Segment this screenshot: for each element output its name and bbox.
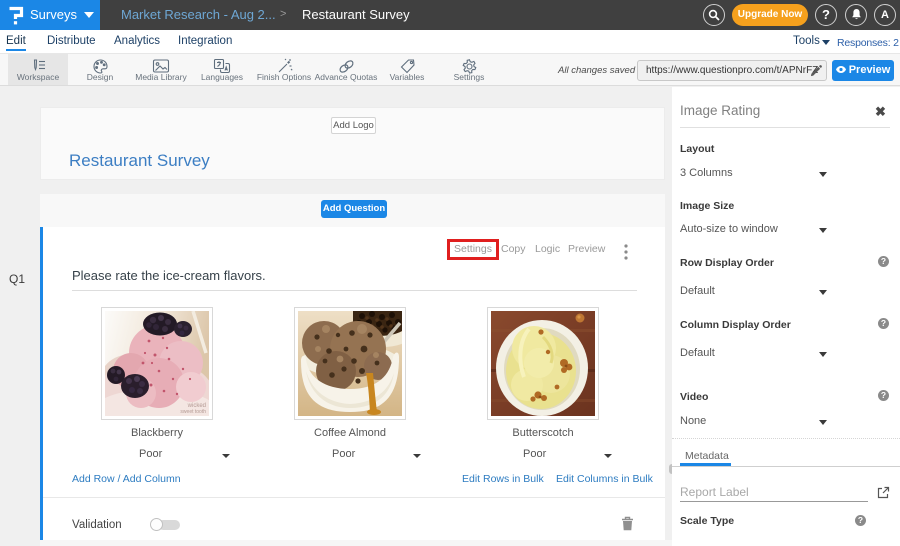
- svg-text:sweet tooth: sweet tooth: [180, 409, 206, 415]
